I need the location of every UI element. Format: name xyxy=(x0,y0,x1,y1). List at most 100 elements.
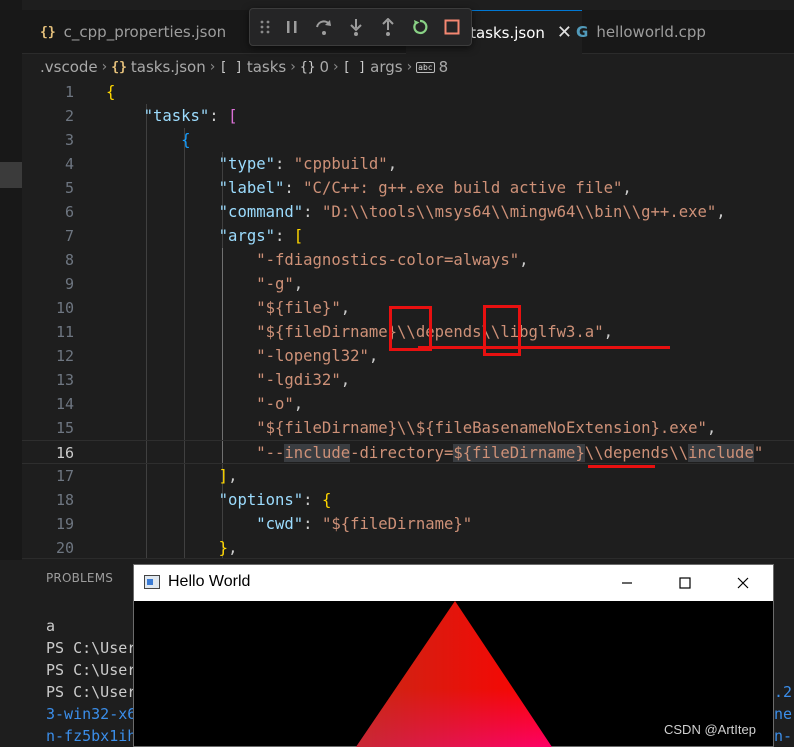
annotation-box xyxy=(389,306,432,351)
step-over-icon[interactable] xyxy=(312,14,336,40)
code-line: 8 "-fdiagnostics-color=always", xyxy=(22,248,794,272)
terminal-line: PS C:\User xyxy=(46,639,137,657)
chevron-right-icon: › xyxy=(209,59,216,75)
window-title: Hello World xyxy=(168,573,251,590)
code-text: "--include-directory=${fileDirname}\\dep… xyxy=(256,444,764,462)
terminal-line: n-fz5bx1ih xyxy=(46,727,137,745)
line-number: 17 xyxy=(55,467,74,485)
line-number: 1 xyxy=(64,83,74,101)
line-number: 15 xyxy=(55,419,74,437)
line-number: 8 xyxy=(64,251,74,269)
json-file-icon: {} xyxy=(111,59,127,75)
string-icon: abc xyxy=(416,61,435,73)
code-text: { xyxy=(106,83,116,101)
line-number: 2 xyxy=(64,107,74,125)
terminal-line: a xyxy=(46,617,56,635)
line-number: 14 xyxy=(55,395,74,413)
code-line: 2 "tasks": [ xyxy=(22,104,794,128)
maximize-button[interactable] xyxy=(656,565,714,601)
line-number: 3 xyxy=(64,131,74,149)
triangle-shading xyxy=(356,601,552,747)
minimize-button[interactable] xyxy=(598,565,656,601)
terminal-line-tail: n- xyxy=(774,727,793,745)
code-line: 15 "${fileDirname}\\${fileBasenameNoExte… xyxy=(22,416,794,440)
line-number: 9 xyxy=(64,275,74,293)
step-into-icon[interactable] xyxy=(344,14,368,40)
code-text: "type": "cppbuild", xyxy=(218,155,398,173)
line-number: 13 xyxy=(55,371,74,389)
tab-c-cpp-properties[interactable]: {} c_cpp_properties.json xyxy=(26,10,240,54)
code-line: 4 "type": "cppbuild", xyxy=(22,152,794,176)
breadcrumb-symbol-tasks[interactable]: tasks xyxy=(247,58,286,76)
terminal-line: 3-win32-x6 xyxy=(46,705,137,723)
code-line: 7 "args": [ xyxy=(22,224,794,248)
line-number: 6 xyxy=(64,203,74,221)
line-number: 10 xyxy=(55,299,74,317)
code-text: "${fileDirname}\\${fileBasenameNoExtensi… xyxy=(256,419,717,437)
annotation-underline xyxy=(588,465,655,468)
window-title-bar[interactable]: Hello World xyxy=(134,565,773,601)
code-text: "args": [ xyxy=(218,227,304,245)
line-number: 4 xyxy=(64,155,74,173)
code-line: 19 "cwd": "${fileDirname}" xyxy=(22,512,794,536)
line-number: 18 xyxy=(55,491,74,509)
code-text: "cwd": "${fileDirname}" xyxy=(256,515,473,533)
terminal-line: PS C:\User xyxy=(46,683,137,701)
watermark: CSDN @ArtItep xyxy=(664,722,756,737)
close-icon xyxy=(737,577,749,589)
breadcrumb-symbol-0[interactable]: 0 xyxy=(319,58,329,76)
object-icon: {} xyxy=(299,59,316,75)
code-text: "${file}", xyxy=(256,299,351,317)
terminal-line: PS C:\User xyxy=(46,661,137,679)
pause-icon[interactable] xyxy=(280,14,304,40)
stop-icon[interactable] xyxy=(440,14,464,40)
line-number: 16 xyxy=(55,444,74,462)
breadcrumb-folder[interactable]: .vscode xyxy=(40,58,98,76)
breadcrumb-symbol-8[interactable]: 8 xyxy=(439,58,449,76)
code-line: 9 "-g", xyxy=(22,272,794,296)
restart-icon[interactable] xyxy=(408,14,432,40)
code-line: 13 "-lgdi32", xyxy=(22,368,794,392)
activity-bar xyxy=(0,0,22,560)
line-number: 19 xyxy=(55,515,74,533)
code-text: "-fdiagnostics-color=always", xyxy=(256,251,529,269)
code-line-current: 16 "--include-directory=${fileDirname}\\… xyxy=(22,440,794,464)
code-text: "command": "D:\\tools\\msys64\\mingw64\\… xyxy=(218,203,726,221)
annotation-underline xyxy=(418,346,670,349)
array-icon: [ ] xyxy=(219,59,243,75)
tab-label: tasks.json xyxy=(470,23,545,42)
code-line: 1 { xyxy=(22,80,794,104)
drag-handle-icon[interactable] xyxy=(258,14,272,40)
code-line: 14 "-o", xyxy=(22,392,794,416)
code-text: "tasks": [ xyxy=(143,107,238,125)
terminal-line-tail: ne xyxy=(774,705,793,723)
breadcrumb-file[interactable]: tasks.json xyxy=(131,58,206,76)
chevron-right-icon: › xyxy=(101,59,108,75)
code-text: ], xyxy=(218,467,238,485)
tab-helloworld-cpp[interactable]: G helloworld.cpp xyxy=(562,10,720,54)
line-number: 11 xyxy=(55,323,74,341)
hello-world-window[interactable]: Hello World xyxy=(133,564,774,747)
line-number: 20 xyxy=(55,539,74,557)
tab-problems[interactable]: PROBLEMS xyxy=(46,571,113,585)
cpp-file-icon: G xyxy=(576,23,589,41)
line-number: 7 xyxy=(64,227,74,245)
chevron-right-icon: › xyxy=(406,59,413,75)
code-text: { xyxy=(181,131,191,149)
step-out-icon[interactable] xyxy=(376,14,400,40)
maximize-icon xyxy=(679,577,691,589)
code-text: "label": "C/C++: g++.exe build active fi… xyxy=(218,179,632,197)
code-text: "-lopengl32", xyxy=(256,347,379,365)
json-file-icon: {} xyxy=(40,24,56,40)
line-number: 12 xyxy=(55,347,74,365)
line-number: 5 xyxy=(64,179,74,197)
activity-bar-indicator xyxy=(0,162,22,188)
minimize-icon xyxy=(622,582,632,584)
tab-label: c_cpp_properties.json xyxy=(63,23,227,41)
code-text: "options": { xyxy=(218,491,332,509)
code-line: 6 "command": "D:\\tools\\msys64\\mingw64… xyxy=(22,200,794,224)
breadcrumb-symbol-args[interactable]: args xyxy=(370,58,402,76)
code-line: 20 }, xyxy=(22,536,794,558)
debug-toolbar xyxy=(249,8,472,46)
close-button[interactable] xyxy=(714,565,772,601)
